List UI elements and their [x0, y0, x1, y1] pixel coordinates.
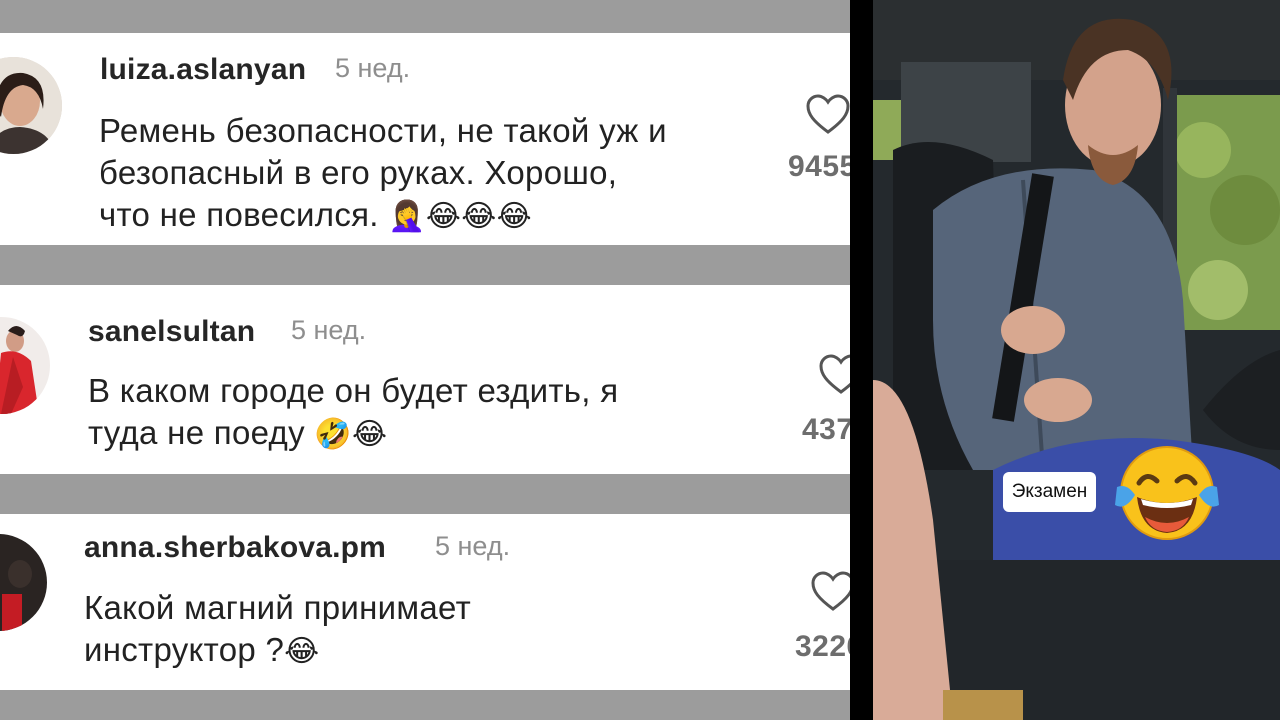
comment-card: luiza.aslanyan 5 нед. Ремень безопасност… — [0, 33, 872, 245]
comment-line: что не повесился. 🤦‍♀️😂😂😂 — [99, 194, 667, 238]
emoji-icon: 😂 — [284, 634, 320, 669]
comment-line: инструктор ?😂 — [84, 629, 471, 673]
comment-card: anna.sherbakova.pm 5 нед. Какой магний п… — [0, 514, 872, 690]
avatar[interactable] — [0, 534, 47, 631]
comment-age: 5 нед. — [291, 315, 367, 345]
comment-username[interactable]: luiza.aslanyan — [100, 53, 306, 87]
like-heart-icon[interactable] — [805, 93, 851, 135]
comment-text: Какой магний принимает инструктор ?😂 — [84, 587, 471, 673]
comment-age: 5 нед. — [335, 53, 411, 83]
emoji-icon: 🤣😂 — [314, 417, 388, 452]
emoji-icon: 🤦‍♀️😂😂😂 — [388, 199, 532, 234]
comment-line: Какой магний принимает — [84, 589, 472, 626]
comment-username[interactable]: sanelsultan — [88, 315, 255, 349]
comment-age: 5 нед. — [435, 531, 511, 561]
like-count: 9455 — [788, 150, 857, 183]
comments-panel: luiza.aslanyan 5 нед. Ремень безопасност… — [0, 0, 872, 720]
comment-line-text: туда не поеду — [88, 414, 305, 451]
video-frame[interactable] — [873, 0, 1280, 720]
comment-line: В каком городе он будет ездить, я — [88, 372, 619, 409]
avatar[interactable] — [0, 317, 50, 414]
comment-line-text: что не повесился. — [99, 196, 379, 233]
comment-text: В каком городе он будет ездить, я туда н… — [88, 370, 618, 456]
comment-line: туда не поеду 🤣😂 — [88, 412, 618, 456]
comment-line-text: инструктор ? — [84, 631, 285, 668]
panel-divider — [850, 0, 873, 720]
comment-card: sanelsultan 5 нед. В каком городе он буд… — [0, 285, 872, 474]
face-with-tears-of-joy-icon — [1115, 446, 1219, 540]
avatar[interactable] — [0, 57, 62, 154]
video-caption-sticker: Экзамен — [1003, 472, 1096, 512]
comment-line: Ремень безопасности, не такой уж и — [99, 112, 667, 149]
video-scene-image — [873, 0, 1280, 720]
comment-line: безопасный в его руках. Хорошо, — [99, 154, 618, 191]
comment-text: Ремень безопасности, не такой уж и безоп… — [99, 110, 667, 238]
comment-username[interactable]: anna.sherbakova.pm — [84, 531, 386, 565]
